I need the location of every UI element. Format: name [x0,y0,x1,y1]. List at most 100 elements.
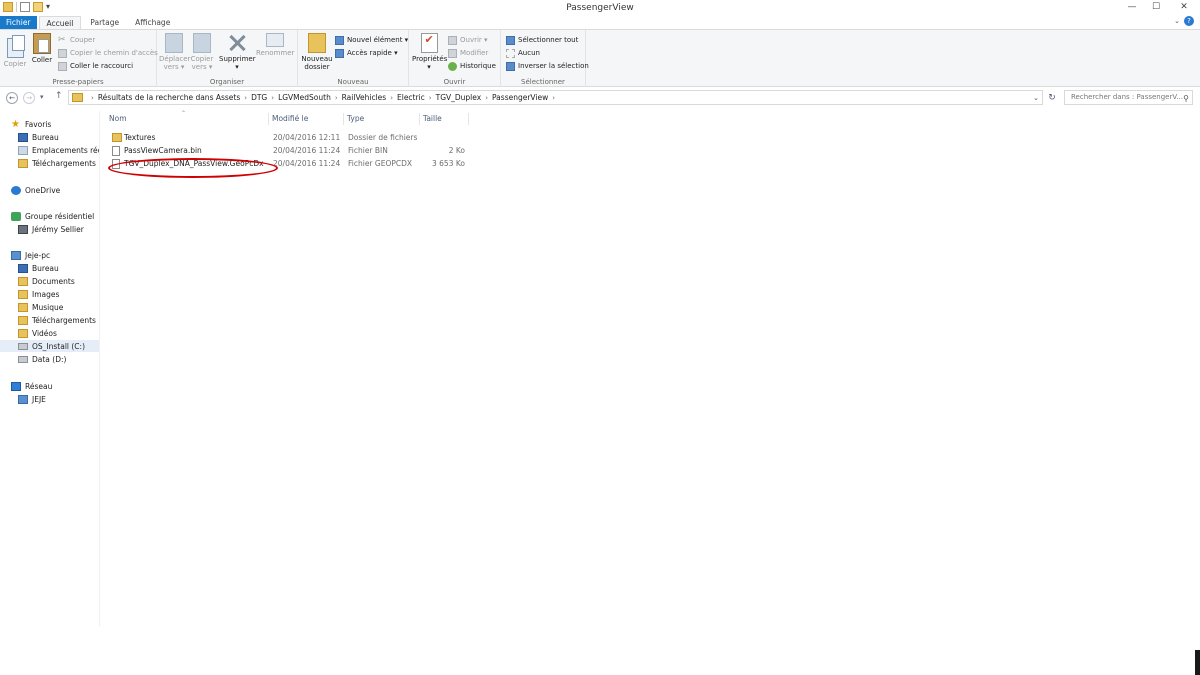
close-button[interactable]: ✕ [1168,0,1200,14]
group-selectionner: Sélectionner tout Aucun Inverser la séle… [501,30,589,87]
nav-item-telechargements[interactable]: Téléchargements [18,157,116,169]
help-icon[interactable]: ? [1184,16,1194,26]
move-to-button[interactable]: Déplacer vers ▾ [159,33,190,71]
breadcrumb-item[interactable]: Electric [397,93,425,102]
chevron-right-icon[interactable]: › [552,94,555,102]
breadcrumb-item[interactable]: TGV_Duplex [436,93,482,102]
homegroup-icon [11,211,21,221]
chevron-right-icon[interactable]: › [485,94,488,102]
scissors-icon: ✂ [58,34,66,45]
nav-item-pc[interactable]: Jeje-pc [11,249,109,261]
search-input[interactable]: Rechercher dans : PassengerV... ⚲ [1064,90,1193,105]
back-button[interactable]: ← [6,92,18,104]
copy-button[interactable]: Copier [3,33,27,68]
address-bar[interactable]: › Résultats de la recherche dans Assets … [68,90,1043,105]
file-type: Fichier BIN [348,146,388,155]
nav-item-data-drive[interactable]: Data (D:) [18,353,116,365]
chevron-right-icon[interactable]: › [271,94,274,102]
forward-button[interactable]: → [23,92,35,104]
chevron-right-icon[interactable]: › [390,94,393,102]
paste-shortcut-button[interactable]: Coller le raccourci [58,60,133,72]
copy-to-button[interactable]: Copier vers ▾ [189,33,215,71]
nav-item-favoris[interactable]: Favoris [11,118,109,130]
new-item-icon [335,35,344,45]
nav-item-groupe[interactable]: Groupe résidentiel [11,210,109,222]
select-all-button[interactable]: Sélectionner tout [506,34,578,46]
edit-button[interactable]: Modifier [448,47,488,59]
tab-accueil[interactable]: Accueil [38,16,82,29]
invert-selection-button[interactable]: Inverser la sélection [506,60,589,72]
column-header-taille[interactable]: Taille [420,113,469,125]
file-row[interactable]: PassViewCamera.bin 20/04/2016 11:24 Fich… [106,144,468,157]
quick-access-button[interactable]: Accès rapide ▾ [335,47,398,59]
nav-item-bureau[interactable]: Bureau [18,131,116,143]
nav-item-reseau[interactable]: Réseau [11,380,109,392]
column-header-type[interactable]: Type [344,113,420,125]
paste-button[interactable]: Coller [29,33,55,64]
history-button[interactable]: Historique [448,60,496,72]
breadcrumb-item[interactable]: DTG [251,93,267,102]
chevron-right-icon[interactable]: › [244,94,247,102]
computer-icon [11,250,21,260]
copy-icon [6,35,25,58]
file-size: 2 Ko [448,146,465,155]
nav-item-pc-telechargements[interactable]: Téléchargements [18,314,116,326]
nav-item-images[interactable]: Images [18,288,116,300]
chevron-right-icon[interactable]: › [335,94,338,102]
nav-item-onedrive[interactable]: OneDrive [11,184,109,196]
search-icon[interactable]: ⚲ [1183,92,1189,105]
nav-item-emplacements[interactable]: Emplacements récents [18,144,99,156]
breadcrumb-item[interactable]: RailVehicles [342,93,387,102]
navigation-pane: Favoris Bureau Emplacements récents Télé… [0,111,100,626]
copy-path-button[interactable]: Copier le chemin d'accès [58,47,158,59]
properties-button[interactable]: Propriétés ▾ [412,33,447,71]
breadcrumb-item[interactable]: LGVMedSouth [278,93,331,102]
chevron-down-icon[interactable]: ⌄ [1031,93,1041,103]
breadcrumb-item[interactable]: PassengerView [492,93,548,102]
chevron-down-icon[interactable]: ⌄ [1174,17,1180,25]
up-button[interactable]: ↑ [55,91,63,101]
quick-access-icon [335,48,344,58]
new-item-button[interactable]: Nouvel élément ▾ [335,34,408,46]
column-header-modifie[interactable]: Modifié le [269,113,344,125]
open-icon [448,35,457,45]
delete-button[interactable]: Supprimer ▾ [219,33,256,71]
nav-item-videos[interactable]: Vidéos [18,327,116,339]
nav-item-user[interactable]: Jérémy Sellier [18,223,116,235]
open-button[interactable]: Ouvrir ▾ [448,34,488,46]
network-icon [11,381,21,391]
downloads-icon [18,158,28,168]
rename-button[interactable]: Renommer [256,33,294,57]
nav-item-jeje[interactable]: JEJE [18,393,116,405]
cut-button[interactable]: ✂ Couper [58,34,95,46]
new-folder-button[interactable]: Nouveau dossier [300,33,334,71]
nav-item-os-drive[interactable]: OS_Install (C:) [0,340,99,352]
select-all-icon [506,35,515,45]
tab-fichier[interactable]: Fichier [0,16,37,29]
file-row[interactable]: Textures 20/04/2016 12:11 Dossier de fic… [106,131,468,144]
breadcrumb-item[interactable]: Résultats de la recherche dans Assets [98,93,240,102]
tab-partage[interactable]: Partage [83,16,126,29]
window-controls: — ☐ ✕ [1120,0,1200,14]
maximize-button[interactable]: ☐ [1144,0,1168,14]
history-icon [448,61,457,71]
group-label: Organiser [209,78,245,86]
minimize-button[interactable]: — [1120,0,1144,14]
nav-item-musique[interactable]: Musique [18,301,116,313]
copy-to-icon [193,33,211,53]
navigation-bar: ← → ▾ ↑ › Résultats de la recherche dans… [0,89,1200,107]
nav-item-documents[interactable]: Documents [18,275,116,287]
nav-item-pc-bureau[interactable]: Bureau [18,262,116,274]
file-row[interactable]: TGV_Duplex_DNA_PassView.GeoPcDx 20/04/20… [106,157,468,170]
refresh-icon[interactable]: ↻ [1046,92,1058,104]
group-ouvrir: Propriétés ▾ Ouvrir ▾ Modifier Historiqu… [409,30,501,87]
column-header-nom[interactable]: Nom [106,113,269,125]
rename-icon [266,33,284,47]
chevron-right-icon[interactable]: › [429,94,432,102]
breadcrumb: › Résultats de la recherche dans Assets … [87,93,559,102]
select-none-button[interactable]: Aucun [506,47,540,59]
recent-locations-icon[interactable]: ▾ [40,93,44,101]
file-name: Textures [124,133,156,142]
tab-affichage[interactable]: Affichage [128,16,177,29]
group-label: Sélectionner [521,78,565,86]
